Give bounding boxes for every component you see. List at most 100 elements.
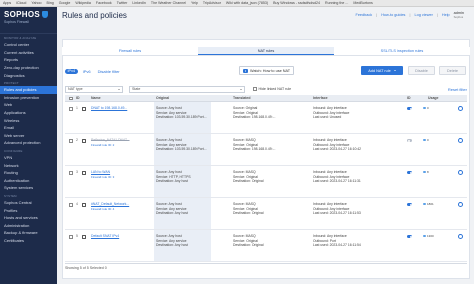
more-options-icon[interactable] [458,234,463,239]
sidebar-item-certificates[interactable]: Certificates [0,237,57,245]
sidebar-item-reports[interactable]: Reports [0,56,57,64]
bookmark-item[interactable]: The Weather Channel [151,1,186,5]
sidebar-item-hosts-and-services[interactable]: Hosts and services [0,214,57,222]
col-name[interactable]: Name [91,96,101,100]
bookmark-item[interactable]: TripAdvisor [203,1,221,5]
disable-button[interactable]: Disable [408,66,435,75]
table-row[interactable]: 5 Default SNAT IPv4 Source: Any host Servic… [65,230,467,262]
nat-type-select[interactable]: NAT type [65,86,123,93]
rule-name-link[interactable]: Default SNAT IPv4 [91,234,119,239]
bookmark-item[interactable]: Twitter [117,1,128,5]
sidebar-item-profiles[interactable]: Profiles [0,206,57,214]
bookmark-item[interactable]: LinkedIn [132,1,146,5]
sidebar-item-control-center[interactable]: Control center [0,41,57,49]
tab-nat-rules[interactable]: NAT rules [198,47,334,55]
add-nat-rule-button[interactable]: Add NAT rule [361,66,403,75]
rule-status-toggle[interactable] [407,203,412,206]
rule-id: 3 [76,170,78,174]
bookmark-item[interactable]: Wikipedia [75,1,91,5]
reset-filter-link[interactable]: Reset filter [448,87,467,92]
bookmark-item[interactable]: Wiki with data_json (7853) [226,1,268,5]
sidebar-item-zero-day-protection[interactable]: Zero-day protection [0,64,57,72]
rule-name-link[interactable]: Reflexive_NAT#1 DNAT... [91,138,130,143]
sidebar-item-diagnostics[interactable]: Diagnostics [0,71,57,79]
rule-status-toggle[interactable] [407,139,412,142]
select-all-checkbox[interactable] [69,96,73,100]
sidebar-item-sophos-central[interactable]: Sophos Central [0,199,57,207]
disable-filter-link[interactable]: Disable filter [98,69,120,74]
bookmark-item[interactable]: Buy Windows - ssdsdfsdsd24 [273,1,320,5]
tab-firewall-rules[interactable]: Firewall rules [62,47,198,55]
sidebar-item-backup-firmware[interactable]: Backup & firmware [0,229,57,237]
linked-firewall-rule[interactable]: Firewall rule ID: 2 [91,143,114,148]
row-checkbox[interactable] [69,107,73,111]
col-interface[interactable]: Interface [313,96,328,100]
logo[interactable]: SOPHOS [4,10,53,19]
row-checkbox[interactable] [69,139,73,143]
user-menu[interactable]: admin Sophos [454,11,464,19]
more-options-icon[interactable] [458,170,463,175]
row-checkbox[interactable] [69,171,73,175]
col-translated[interactable]: Translated [233,96,251,100]
watch-video-button[interactable]: Watch: How to use NAT [239,66,295,75]
table-row[interactable]: 2 Reflexive_NAT#1 DNAT... Firewall rule ID… [65,134,467,166]
sidebar-item-web[interactable]: Web [0,101,57,109]
rule-name-link[interactable]: DNAT to 198.168.0.49... [91,106,127,111]
ipv4-option[interactable]: IPv4 [65,68,78,74]
col-id[interactable]: ID [76,96,80,100]
col-id-toggle[interactable]: ID [407,96,411,100]
log-viewer-link[interactable]: Log viewer [414,13,432,17]
rule-status-toggle[interactable] [407,171,412,174]
bookmark-item[interactable]: Yelp [191,1,198,5]
more-options-icon[interactable] [458,106,463,111]
help-link[interactable]: Help [442,13,450,17]
linked-firewall-rule[interactable]: Firewall rule ID: 3 [91,175,114,180]
table-row[interactable]: 1 DNAT to 198.168.0.49... Source: Any host… [65,102,467,134]
ipv6-option[interactable]: IPv6 [83,69,91,74]
sidebar-item-wireless[interactable]: Wireless [0,116,57,124]
bookmark-item[interactable]: Bing [47,1,54,5]
feedback-link[interactable]: Feedback [356,13,373,17]
more-options-icon[interactable] [458,202,463,207]
ip-version-toggle[interactable]: IPv4 IPv6 [65,68,91,74]
delete-button[interactable]: Delete [439,66,466,75]
bookmark-item[interactable]: Running the ... [325,1,348,5]
sidebar-item-applications[interactable]: Applications [0,109,57,117]
bookmark-item[interactable]: Yahoo [31,1,41,5]
sidebar-item-rules-and-policies[interactable]: Rules and policies [0,85,57,94]
sidebar-item-system-services[interactable]: System services [0,184,57,192]
hide-linked-nat-checkbox[interactable]: Hide linked NAT rule [253,87,291,91]
bookmark-item[interactable]: Facebook [96,1,112,5]
row-checkbox[interactable] [69,235,73,239]
table-row[interactable]: 3 LAN to WAN Firewall rule ID: 3 Source: An… [65,166,467,198]
table-row[interactable]: 4 #NAT_Default_Network... Firewall rule ID… [65,198,467,230]
rule-status-toggle[interactable] [407,235,412,238]
sidebar-item-advanced-protection[interactable]: Advanced protection [0,139,57,147]
sidebar-item-email[interactable]: Email [0,124,57,132]
bookmark-item[interactable]: Apps [3,1,11,5]
tab-ssl-tls-inspection-rules[interactable]: SSL/TLS inspection rules [334,47,470,55]
sidebar-item-authentication[interactable]: Authentication [0,177,57,185]
checkbox[interactable] [253,87,257,91]
sidebar-item-routing[interactable]: Routing [0,169,57,177]
how-to-guides-link[interactable]: How-to guides [381,13,405,17]
col-original[interactable]: Original [156,96,169,100]
more-options-icon[interactable] [458,138,463,143]
sidebar-item-vpn[interactable]: VPN [0,154,57,162]
sidebar-item-intrusion-prevention[interactable]: Intrusion prevention [0,94,57,102]
row-checkbox[interactable] [69,203,73,207]
sidebar-item-network[interactable]: Network [0,161,57,169]
usage-indicator: 0 [423,106,429,110]
state-select[interactable]: State [129,86,245,93]
sidebar-item-web-server[interactable]: Web server [0,132,57,140]
linked-firewall-rule[interactable]: Firewall rule ID: 4 [91,207,114,212]
bookmark-item[interactable]: Google [59,1,71,5]
bookmark-item[interactable]: MedBurtons [353,1,372,5]
rule-name-link[interactable]: #NAT_Default_Network... [91,202,129,207]
sidebar-item-current-activities[interactable]: Current activities [0,49,57,57]
col-usage[interactable]: Usage [428,96,439,100]
sidebar-item-administration[interactable]: Administration [0,221,57,229]
rule-status-toggle[interactable] [407,107,412,110]
rule-name-link[interactable]: LAN to WAN [91,170,110,175]
bookmark-item[interactable]: iCloud [16,1,26,5]
